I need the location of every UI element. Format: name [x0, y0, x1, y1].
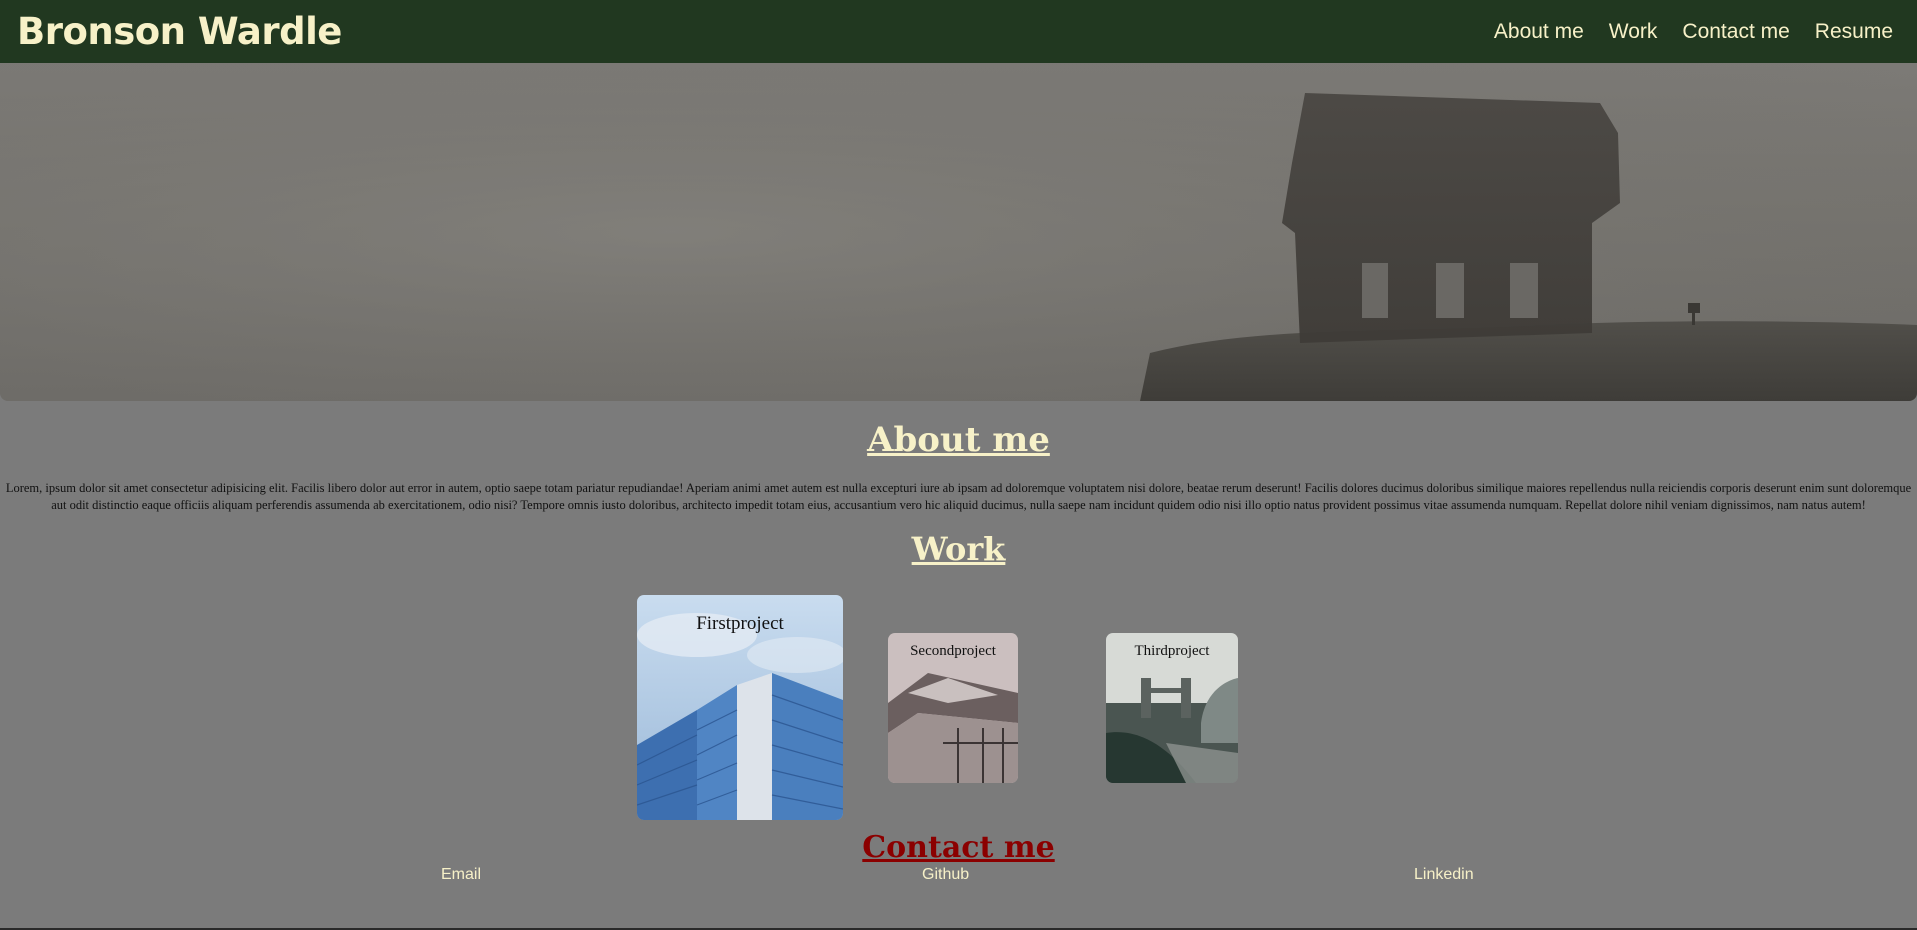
nav-about-me[interactable]: About me	[1494, 20, 1584, 44]
work-title: Work	[911, 530, 1006, 568]
project-label-first: Firstproject	[696, 613, 784, 634]
contact-links: Email Github Linkedin	[0, 866, 1917, 890]
about-text: Lorem, ipsum dolor sit amet consectetur …	[5, 481, 1912, 512]
project-card-first[interactable]: Firstproject	[637, 595, 843, 820]
contact-github-link[interactable]: Github	[922, 866, 969, 884]
contact-linkedin-link[interactable]: Linkedin	[1414, 866, 1474, 884]
project-card-second[interactable]: Secondproject	[888, 633, 1018, 783]
nav-resume[interactable]: Resume	[1815, 20, 1893, 44]
site-brand[interactable]: Bronson Wardle	[17, 10, 342, 53]
contact-title: Contact me	[862, 830, 1055, 865]
nav-work[interactable]: Work	[1609, 20, 1658, 44]
project-label-second: Secondproject	[910, 643, 996, 659]
nav-contact-me[interactable]: Contact me	[1682, 20, 1789, 44]
hero-image	[0, 63, 1917, 401]
about-title: About me	[867, 420, 1050, 460]
project-label-third: Thirdproject	[1134, 643, 1210, 659]
main-nav: About me Work Contact me Resume	[1494, 20, 1893, 44]
project-card-third[interactable]: Thirdproject	[1106, 633, 1238, 783]
foggy-hut-illustration	[0, 63, 1917, 401]
contact-email-link[interactable]: Email	[441, 866, 481, 884]
site-header: Bronson Wardle About me Work Contact me …	[0, 0, 1917, 63]
